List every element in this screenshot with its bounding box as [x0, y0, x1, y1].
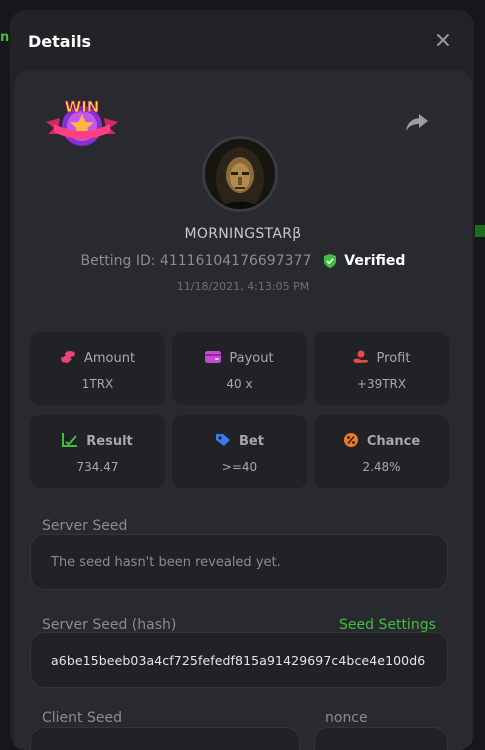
server-seed-hash-label: Server Seed (hash) — [42, 617, 177, 633]
background-right-fragment — [475, 225, 485, 237]
server-seed-field[interactable]: The seed hasn't been revealed yet. — [30, 534, 448, 590]
stat-value: 1TRX — [81, 377, 114, 391]
client-seed-field[interactable] — [30, 727, 300, 750]
stat-bet: Bet >=40 — [172, 415, 307, 488]
win-badge-icon: WIN — [46, 98, 118, 146]
nonce-label: nonce — [325, 710, 368, 726]
stat-amount: Amount 1TRX — [30, 332, 165, 405]
close-button[interactable] — [432, 30, 454, 52]
wallet-icon — [205, 351, 222, 363]
avatar-image — [205, 139, 275, 209]
client-seed-label: Client Seed — [42, 710, 122, 726]
stat-payout: Payout 40 x — [172, 332, 307, 405]
details-modal: Details WIN MORNINGSTARβ Betting ID: 411… — [10, 10, 474, 750]
stat-label: Result — [86, 434, 133, 449]
betting-id-value: 41116104176697377 — [159, 253, 312, 269]
coins-icon — [60, 351, 75, 363]
tag-icon — [216, 434, 231, 446]
percent-icon — [343, 433, 358, 447]
stat-value: 40 x — [226, 377, 253, 391]
stat-label: Amount — [83, 351, 136, 366]
stat-label: Profit — [376, 351, 411, 366]
stat-chance: Chance 2.48% — [314, 415, 449, 488]
verified-label: Verified — [344, 253, 406, 269]
stat-value: 734.47 — [76, 460, 119, 474]
win-badge-text: WIN — [65, 98, 100, 116]
betting-id-label: Betting ID: — [80, 253, 156, 269]
server-seed-hash-value: a6be15beeb03a4cf725fefedf815a91429697c4b… — [51, 653, 426, 668]
modal-title: Details — [28, 32, 92, 51]
username: MORNINGSTARβ — [184, 226, 302, 242]
stat-profit: Profit +39TRX — [314, 332, 449, 405]
modal-header: Details — [10, 10, 474, 70]
server-seed-value: The seed hasn't been revealed yet. — [51, 555, 281, 570]
stat-value: >=40 — [221, 460, 258, 474]
hand-coin-icon — [352, 350, 368, 363]
chart-check-icon — [62, 433, 78, 447]
timestamp: 11/18/2021, 4:13:05 PM — [176, 280, 310, 293]
verified-shield-icon — [323, 254, 336, 268]
seed-settings-link[interactable]: Seed Settings — [339, 617, 436, 633]
stat-label: Payout — [229, 351, 274, 366]
stat-label: Chance — [366, 434, 421, 449]
server-seed-hash-field[interactable]: a6be15beeb03a4cf725fefedf815a91429697c4b… — [30, 632, 448, 688]
share-icon — [406, 114, 428, 131]
avatar — [202, 136, 278, 212]
share-button[interactable] — [404, 110, 430, 134]
server-seed-label: Server Seed — [42, 518, 128, 534]
details-panel: WIN MORNINGSTARβ Betting ID: 41116104176… — [14, 70, 472, 750]
betting-id-row: Betting ID: 41116104176697377 Verified — [14, 253, 472, 269]
nonce-field[interactable] — [314, 727, 448, 750]
stat-label: Bet — [239, 434, 264, 449]
stat-value: 2.48% — [362, 460, 401, 474]
stat-result: Result 734.47 — [30, 415, 165, 488]
stat-value: +39TRX — [356, 377, 407, 391]
